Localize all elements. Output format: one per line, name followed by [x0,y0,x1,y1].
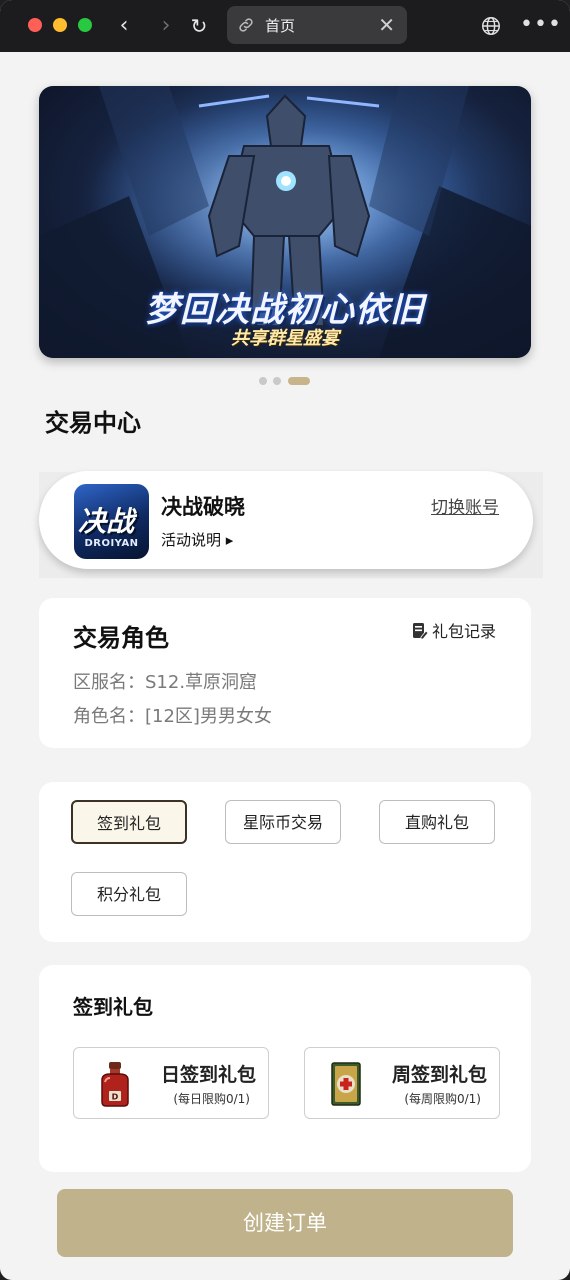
svg-text:D: D [112,1093,119,1102]
pager-dot[interactable] [273,377,281,385]
pack-item-weekly[interactable]: 周签到礼包 (每周限购0/1) [304,1047,500,1119]
type-button-points[interactable]: 积分礼包 [71,872,187,916]
game-card: 决战 DROIYAN 决战破晓 活动说明 ▸ 切换账号 [39,471,533,569]
game-name: 决战破晓 [161,495,245,519]
role-title: 交易角色 [73,624,169,652]
type-button-checkin[interactable]: 签到礼包 [71,800,187,844]
app-window: ‹ › ↻ 首页 ✕ ••• 梦回决战初心依旧 共享群星盛宴 交易中心 决战 D… [0,0,570,1280]
pack-section-title: 签到礼包 [73,995,153,1019]
activity-info-link[interactable]: 活动说明 ▸ [161,529,233,550]
gift-record-link[interactable]: 礼包记录 [412,618,496,642]
record-icon [413,623,428,640]
more-icon[interactable]: ••• [520,12,562,37]
promo-banner[interactable]: 梦回决战初心依旧 共享群星盛宴 [39,86,531,358]
page-title: 交易中心 [45,409,141,437]
back-icon[interactable]: ‹ [110,12,138,40]
pack-name: 日签到礼包 [160,1064,256,1086]
banner-subtitle: 共享群星盛宴 [231,328,339,349]
tab-close-icon[interactable]: ✕ [378,13,395,37]
type-button-coin-trade[interactable]: 星际币交易 [225,800,341,844]
role-name: 角色名：[12区]男男女女 [73,706,272,727]
game-logo-text: 决战 [78,505,135,538]
game-logo: 决战 DROIYAN [74,484,149,559]
type-button-direct-buy[interactable]: 直购礼包 [379,800,495,844]
card-icon [331,1062,361,1106]
type-selector: 签到礼包 星际币交易 直购礼包 积分礼包 [39,782,531,942]
reload-icon[interactable]: ↻ [185,12,213,40]
game-logo-subtext: DROIYAN [84,538,139,549]
pack-limit: (每周限购0/1) [404,1092,481,1106]
tab-title: 首页 [265,17,296,35]
pack-name: 周签到礼包 [391,1064,487,1086]
browser-tab[interactable]: 首页 ✕ [227,6,407,44]
pager-dot[interactable] [259,377,267,385]
create-order-button[interactable]: 创建订单 [57,1189,513,1257]
pager-dot-active[interactable] [288,377,310,385]
pack-card: 签到礼包 D 日签到礼包 (每日限购0/1) 周签到礼包 (每周限购0/1) [39,965,531,1172]
role-card: 交易角色 礼包记录 区服名：S12.草原洞窟 角色名：[12区]男男女女 [39,598,531,748]
pack-item-daily[interactable]: D 日签到礼包 (每日限购0/1) [73,1047,269,1119]
globe-icon[interactable] [480,15,502,37]
maximize-window-button[interactable] [78,18,92,32]
link-icon [239,18,253,32]
gift-record-label: 礼包记录 [432,622,497,641]
pack-limit: (每日限购0/1) [173,1092,250,1106]
close-window-button[interactable] [28,18,42,32]
forward-icon[interactable]: › [152,12,180,40]
browser-toolbar: ‹ › ↻ 首页 ✕ ••• [0,0,570,52]
server-name: 区服名：S12.草原洞窟 [73,672,258,693]
minimize-window-button[interactable] [53,18,67,32]
switch-account-link[interactable]: 切换账号 [431,493,499,518]
potion-icon: D [101,1062,129,1107]
